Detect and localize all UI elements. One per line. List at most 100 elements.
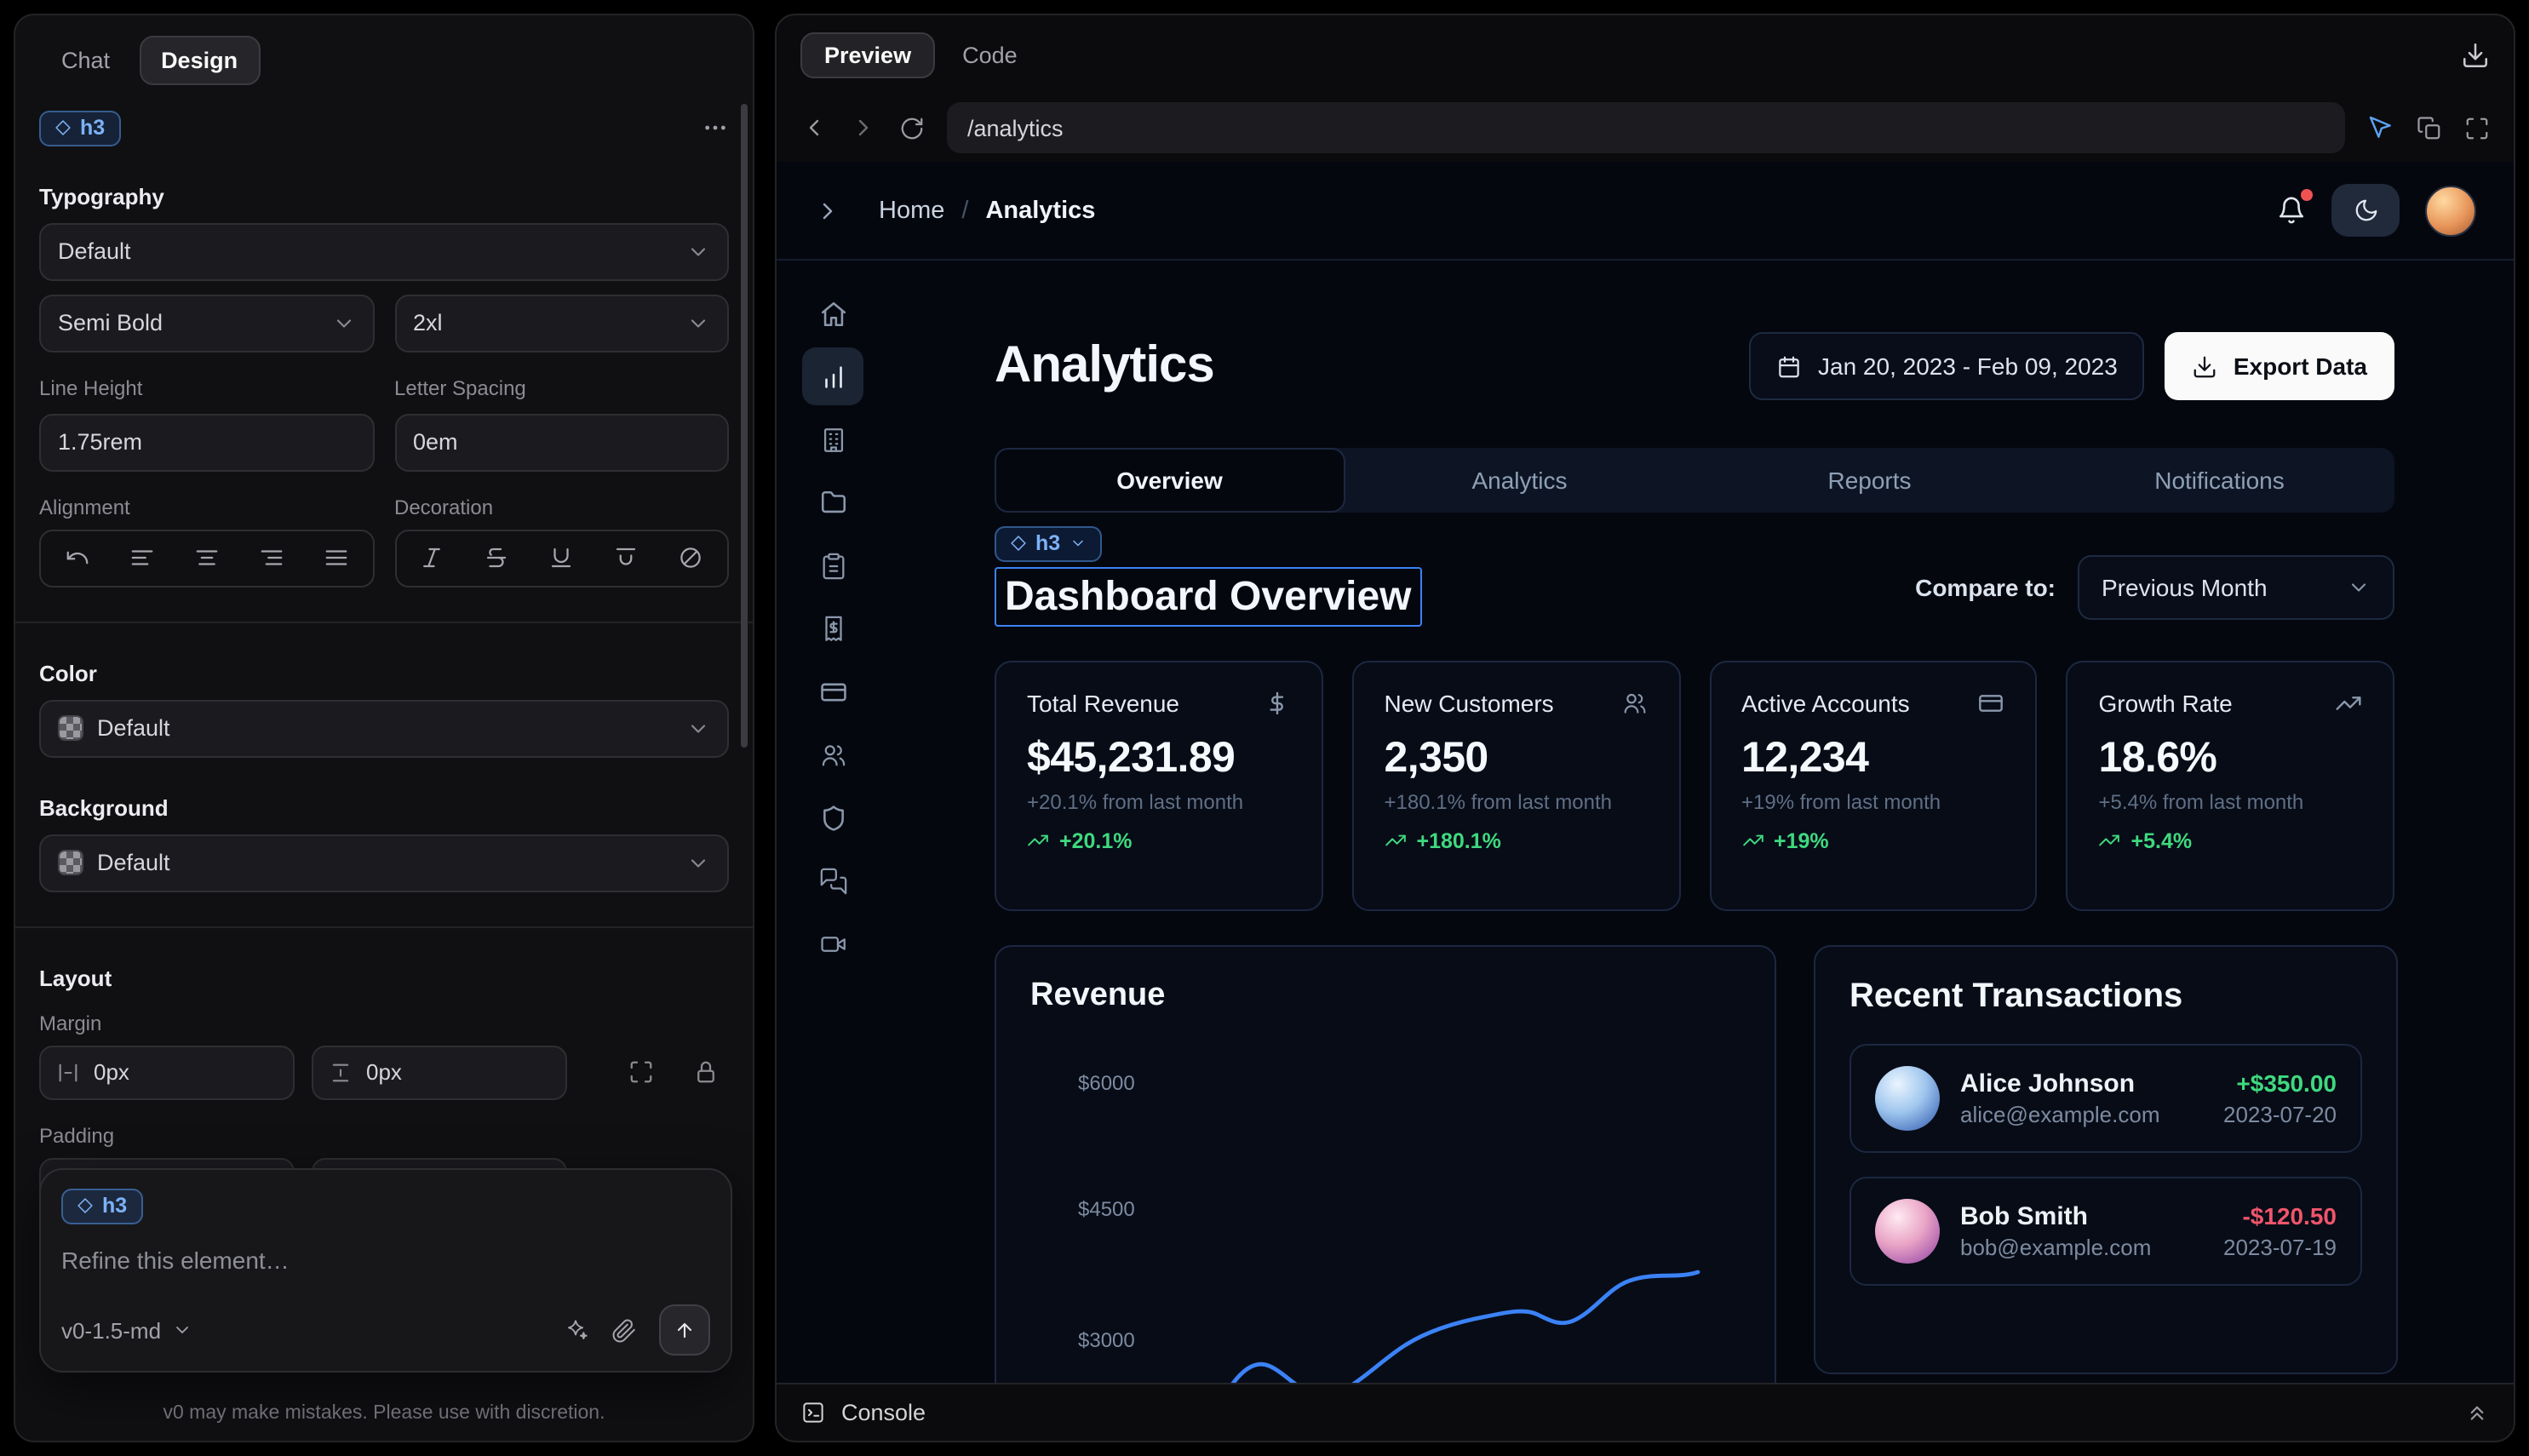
sidebar-item-customers[interactable]	[802, 725, 863, 783]
more-options-button[interactable]	[702, 115, 729, 142]
slash-circle-icon	[679, 545, 704, 570]
sidebar-item-messages[interactable]	[802, 851, 863, 909]
notification-badge	[2301, 189, 2313, 201]
sidebar-item-tasks[interactable]	[802, 536, 863, 594]
avatar	[1875, 1198, 1940, 1263]
sidebar-item-billing[interactable]	[802, 599, 863, 657]
tab-code[interactable]: Code	[962, 42, 1018, 67]
font-size-select[interactable]: 2xl	[394, 294, 729, 352]
margin-y-value: 0px	[366, 1059, 402, 1085]
transaction-row[interactable]: Bob Smith bob@example.com -$120.50 2023-…	[1849, 1176, 2362, 1285]
margin-lock-button[interactable]	[681, 1048, 729, 1096]
align-center-button[interactable]	[177, 532, 235, 583]
stat-title: Total Revenue	[1027, 689, 1179, 716]
export-data-button[interactable]: Export Data	[2165, 332, 2394, 400]
url-input[interactable]: /analytics	[947, 102, 2345, 153]
align-justify-button[interactable]	[307, 532, 365, 583]
align-right-button[interactable]	[243, 532, 301, 583]
align-center-icon	[193, 545, 219, 570]
font-value: Default	[58, 238, 131, 264]
forward-button[interactable]	[850, 114, 877, 141]
calendar-icon	[1775, 353, 1801, 379]
tab-overview[interactable]: Overview	[995, 448, 1345, 513]
margin-x-input[interactable]: 0px	[39, 1045, 295, 1099]
sidebar-item-analytics[interactable]	[802, 347, 863, 405]
font-weight-select[interactable]: Semi Bold	[39, 294, 374, 352]
page-title: Analytics	[995, 337, 1214, 395]
y-tick-4500: $4500	[1078, 1197, 1135, 1220]
transaction-row[interactable]: Alice Johnson alice@example.com +$350.00…	[1849, 1043, 2362, 1152]
line-height-input[interactable]: 1.75rem	[39, 413, 374, 471]
overline-button[interactable]	[598, 532, 656, 583]
copy-icon	[2417, 115, 2442, 140]
refine-element-chip[interactable]: h3	[61, 1189, 142, 1224]
tab-notifications[interactable]: Notifications	[2044, 448, 2394, 513]
tab-analytics[interactable]: Analytics	[1345, 448, 1695, 513]
preview-panel: Preview Code /analytics Home / Analytics	[775, 14, 2515, 1442]
avatar	[1875, 1065, 1940, 1130]
background-select[interactable]: Default	[39, 834, 729, 891]
attach-button[interactable]	[611, 1317, 637, 1343]
color-select[interactable]: Default	[39, 699, 729, 757]
fullscreen-button[interactable]	[2464, 115, 2490, 140]
select-element-tool[interactable]	[2367, 114, 2394, 141]
sidebar-item-home[interactable]	[802, 284, 863, 342]
transaction-amount: +$350.00	[2223, 1069, 2337, 1096]
selected-element-label: h3	[80, 118, 105, 139]
back-button[interactable]	[800, 114, 828, 141]
selection-overlay-chip[interactable]: h3	[995, 526, 1101, 561]
duplicate-button[interactable]	[2417, 115, 2442, 140]
sidebar-item-organization[interactable]	[802, 410, 863, 468]
design-panel: Chat Design h3 Typography Default Semi B…	[14, 14, 754, 1442]
dashboard-tabs: Overview Analytics Reports Notifications	[995, 448, 2394, 513]
selected-element-chip[interactable]: h3	[39, 111, 120, 146]
stat-subtext: +180.1% from last month	[1385, 789, 1649, 813]
app-main: Analytics Jan 20, 2023 - Feb 09, 2023 Ex…	[889, 261, 2514, 1383]
underline-button[interactable]	[532, 532, 590, 583]
model-select[interactable]: v0-1.5-md	[61, 1317, 192, 1343]
v0-workspace: Chat Design h3 Typography Default Semi B…	[0, 0, 2529, 1456]
sidebar-item-payments[interactable]	[802, 662, 863, 720]
undo-button[interactable]	[48, 532, 106, 583]
stat-trend-value: +19%	[1774, 828, 1829, 852]
sidebar-toggle-button[interactable]	[814, 197, 841, 224]
enhance-button[interactable]	[562, 1316, 589, 1344]
download-icon	[2461, 40, 2490, 69]
section-heading-selected[interactable]: Dashboard Overview	[995, 566, 1422, 626]
tab-preview[interactable]: Preview	[800, 32, 935, 77]
send-button[interactable]	[659, 1304, 710, 1356]
breadcrumb-home[interactable]: Home	[879, 197, 944, 224]
tab-design[interactable]: Design	[139, 36, 260, 85]
refresh-button[interactable]	[899, 115, 925, 140]
date-range-picker[interactable]: Jan 20, 2023 - Feb 09, 2023	[1748, 332, 2145, 400]
strikethrough-button[interactable]	[467, 532, 525, 583]
margin-y-input[interactable]: 0px	[312, 1045, 567, 1099]
notifications-button[interactable]	[2277, 196, 2306, 225]
align-left-button[interactable]	[112, 532, 170, 583]
url-value: /analytics	[967, 115, 1064, 140]
console-expand-button[interactable]	[2464, 1400, 2490, 1425]
chevron-down-icon	[686, 716, 710, 740]
transaction-date: 2023-07-20	[2223, 1101, 2337, 1126]
bar-chart-icon	[818, 362, 847, 391]
color-value: Default	[97, 715, 170, 741]
font-select[interactable]: Default	[39, 222, 729, 280]
letter-spacing-input[interactable]: 0em	[394, 413, 729, 471]
margin-expand-button[interactable]	[616, 1048, 664, 1096]
tab-reports[interactable]: Reports	[1695, 448, 2044, 513]
design-panel-scrollbar[interactable]	[741, 104, 748, 748]
recent-transactions-card: Recent Transactions Alice Johnson alice@…	[1814, 944, 2398, 1373]
download-button[interactable]	[2461, 40, 2490, 69]
compare-select[interactable]: Previous Month	[2078, 554, 2394, 619]
console-label[interactable]: Console	[841, 1400, 926, 1425]
sidebar-item-security[interactable]	[802, 788, 863, 846]
stat-trend-value: +5.4%	[2131, 828, 2193, 852]
italic-button[interactable]	[403, 532, 461, 583]
refine-input[interactable]: Refine this element…	[61, 1246, 710, 1273]
theme-toggle-button[interactable]	[2331, 184, 2400, 237]
sidebar-item-video[interactable]	[802, 914, 863, 972]
clear-decoration-button[interactable]	[662, 532, 720, 583]
user-avatar[interactable]	[2425, 185, 2476, 236]
sidebar-item-projects[interactable]	[802, 473, 863, 531]
tab-chat[interactable]: Chat	[39, 36, 132, 85]
